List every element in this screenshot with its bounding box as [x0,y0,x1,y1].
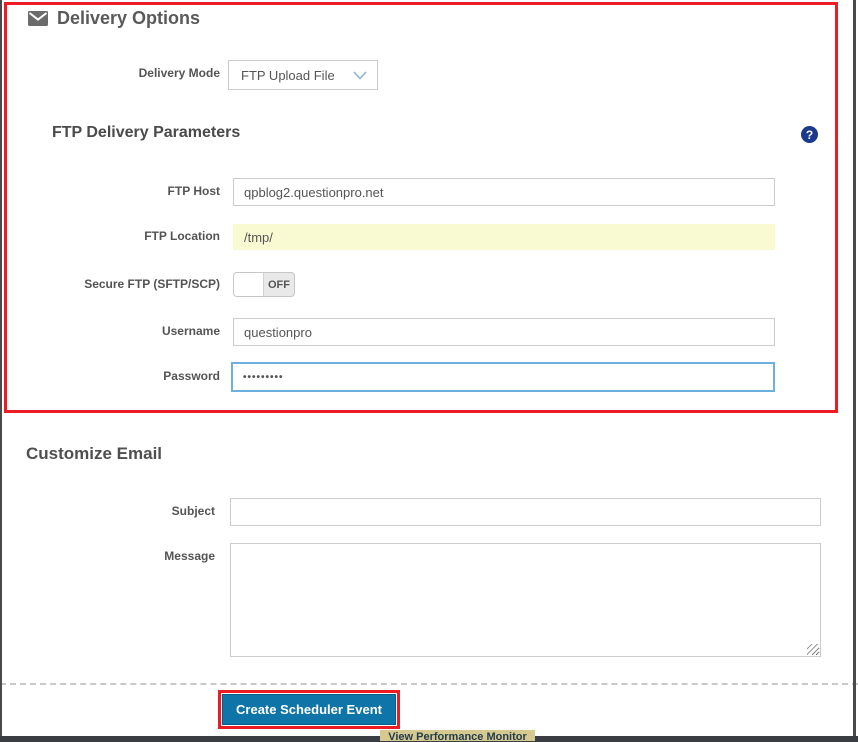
delivery-options-annotation-box [4,2,838,413]
ftp-host-label: FTP Host [167,184,220,198]
left-border [0,0,2,742]
username-input[interactable] [233,318,775,346]
chevron-down-icon [353,70,367,80]
delivery-options-title: Delivery Options [57,8,201,28]
toggle-knob [234,273,264,296]
delivery-options-header: Delivery Options [28,8,200,29]
password-input[interactable] [231,362,775,392]
ftp-host-input[interactable] [233,178,775,206]
customize-email-heading: Customize Email [26,444,163,463]
ftp-location-label: FTP Location [144,229,220,243]
help-icon[interactable]: ? [801,126,818,143]
subject-input[interactable] [230,498,821,526]
delivery-mode-selected-value: FTP Upload File [241,67,335,83]
delivery-mode-label: Delivery Mode [138,66,220,80]
username-label: Username [161,324,220,338]
dashed-divider [0,683,858,685]
delivery-mode-select[interactable]: FTP Upload File [228,60,378,90]
message-textarea[interactable] [230,543,821,657]
ftp-location-input[interactable] [233,224,775,250]
secure-ftp-label: Secure FTP (SFTP/SCP) [84,277,220,291]
create-button-annotation-box: Create Scheduler Event [218,690,400,729]
view-performance-monitor-partial[interactable]: View Performance Monitor [380,730,535,741]
right-border [853,0,856,742]
envelope-icon [28,11,48,26]
toggle-state-label: OFF [268,278,290,291]
password-label: Password [163,369,220,383]
create-scheduler-event-button[interactable]: Create Scheduler Event [222,694,396,725]
secure-ftp-toggle[interactable]: OFF [233,272,295,297]
message-label: Message [164,549,215,563]
page-container: Delivery Options Delivery Mode FTP Uploa… [0,0,858,742]
ftp-parameters-heading: FTP Delivery Parameters [52,124,241,141]
subject-label: Subject [171,504,215,518]
clipped-bottom-element: View Performance Monitor [380,730,535,741]
